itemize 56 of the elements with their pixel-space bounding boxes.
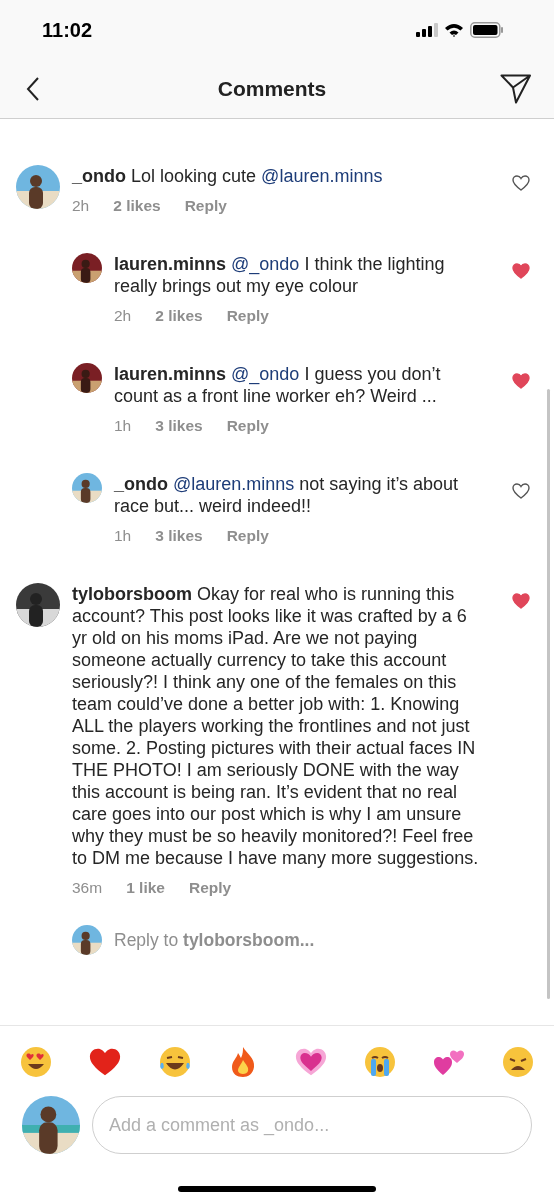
comment-time: 36m bbox=[72, 879, 103, 897]
like-button[interactable] bbox=[512, 593, 530, 609]
heart-outline-icon bbox=[512, 483, 530, 499]
filled-heart-icon bbox=[512, 263, 530, 279]
reply-button[interactable]: Reply bbox=[184, 197, 227, 215]
crying-face-icon bbox=[363, 1046, 396, 1078]
signal-icon bbox=[416, 23, 438, 37]
mention-link[interactable]: @lauren.minns bbox=[173, 474, 295, 494]
like-button[interactable] bbox=[512, 263, 530, 279]
emoji-button[interactable] bbox=[20, 1046, 52, 1078]
comment-text: _ondo Lol looking cute @lauren.minns bbox=[72, 165, 384, 187]
weary-face-icon bbox=[502, 1046, 534, 1078]
status-time: 11:02 bbox=[42, 18, 93, 42]
heart-icon bbox=[89, 1047, 122, 1077]
likes-count[interactable]: 2 likes bbox=[155, 307, 203, 325]
comment-input[interactable]: Add a comment as _ondo... bbox=[92, 1096, 532, 1154]
mention-link[interactable]: @lauren.minns bbox=[261, 166, 383, 186]
battery-icon bbox=[470, 22, 504, 38]
like-button[interactable] bbox=[512, 483, 530, 499]
laughing-face-icon bbox=[158, 1046, 193, 1078]
comment-text: tyloborsboom Okay for real who is running this account? This post looks like it was crafted by a 6 yr old on his moms iPad. Are we not paying someone actually currency to take this account seriously?! I think any one of the females on this team could’ve done a better job with: 1. Knowing ALL the players working the frontlines and not just some. 2. Posting pictures with their actual faces IN THE PHOTO! I am seriously DONE with the way this account is being ran. It’s evident that no real care goes into our post which is why I am unsure why they must be so heavily monitored?! Feel free to DM me because I have many more suggestions. bbox=[72, 583, 480, 869]
reply-button[interactable]: Reply bbox=[226, 417, 269, 435]
chevron-left-icon bbox=[26, 76, 40, 102]
comment-text: lauren.minns @_ondo I guess you don’t count as a front line worker eh? Weird ... bbox=[114, 363, 442, 407]
comment-time: 2h bbox=[72, 197, 90, 215]
paper-plane-icon bbox=[500, 74, 532, 104]
wifi-icon bbox=[444, 23, 464, 37]
reply-prompt[interactable]: Reply to tyloborsboom... bbox=[114, 929, 315, 951]
filled-heart-icon bbox=[512, 373, 530, 389]
reply-button[interactable]: Reply bbox=[188, 879, 232, 897]
like-button[interactable] bbox=[512, 175, 530, 191]
emoji-button[interactable] bbox=[89, 1046, 122, 1078]
filled-heart-icon bbox=[512, 593, 530, 609]
comment-text: lauren.minns @_ondo I think the lighting really brings out my eye colour bbox=[114, 253, 446, 297]
emoji-button[interactable] bbox=[294, 1046, 327, 1078]
heart-outline-icon bbox=[512, 175, 530, 191]
like-button[interactable] bbox=[512, 373, 530, 389]
mention-link[interactable]: @_ondo bbox=[231, 364, 300, 384]
heart-eyes-face-icon bbox=[20, 1046, 52, 1078]
comment-time: 1h bbox=[114, 527, 132, 545]
likes-count[interactable]: 3 likes bbox=[155, 527, 203, 545]
emoji-button[interactable] bbox=[363, 1046, 396, 1078]
page-title: Comments bbox=[217, 77, 327, 101]
comment-time: 2h bbox=[114, 307, 132, 325]
reply-button[interactable]: Reply bbox=[226, 307, 269, 325]
likes-count[interactable]: 1 like bbox=[126, 879, 165, 897]
mention-link[interactable]: @_ondo bbox=[231, 254, 300, 274]
glowing-heart-icon bbox=[294, 1047, 327, 1077]
likes-count[interactable]: 2 likes bbox=[113, 197, 161, 215]
likes-count[interactable]: 3 likes bbox=[155, 417, 203, 435]
emoji-button[interactable] bbox=[502, 1046, 534, 1078]
emoji-button[interactable] bbox=[158, 1046, 193, 1078]
comment-text: _ondo @lauren.minns not saying it’s about race but... weird indeed!! bbox=[114, 473, 460, 517]
reply-button[interactable]: Reply bbox=[226, 527, 269, 545]
send-button[interactable] bbox=[500, 74, 532, 104]
comment-time: 1h bbox=[114, 417, 132, 435]
